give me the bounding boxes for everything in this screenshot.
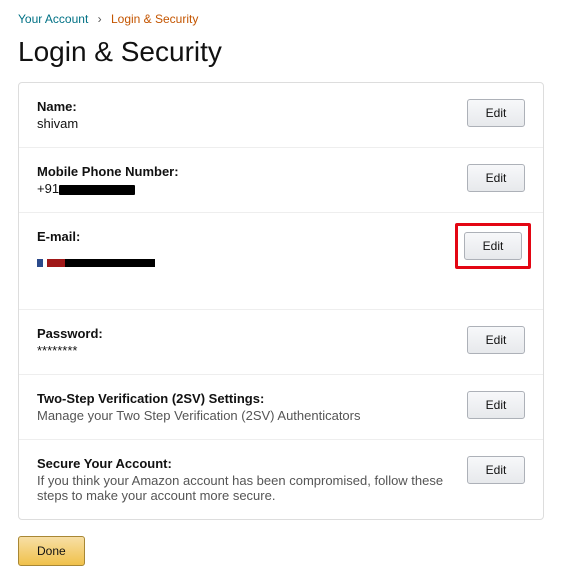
breadcrumb-current: Login & Security — [111, 12, 198, 26]
password-label: Password: — [37, 326, 455, 341]
password-value: ******** — [37, 343, 455, 358]
mobile-prefix: +91 — [37, 181, 59, 196]
edit-email-highlight: Edit — [455, 223, 531, 269]
breadcrumb-root-link[interactable]: Your Account — [18, 12, 88, 26]
edit-email-button[interactable]: Edit — [464, 232, 522, 260]
breadcrumb: Your Account › Login & Security — [18, 8, 544, 36]
row-password: Password: ******** Edit — [19, 310, 543, 375]
row-secure: Secure Your Account: If you think your A… — [19, 440, 543, 519]
mobile-redacted — [59, 185, 135, 195]
tsv-label: Two-Step Verification (2SV) Settings: — [37, 391, 455, 406]
row-mobile: Mobile Phone Number: +91 Edit — [19, 148, 543, 213]
edit-password-button[interactable]: Edit — [467, 326, 525, 354]
secure-desc: If you think your Amazon account has bee… — [37, 473, 455, 503]
settings-card: Name: shivam Edit Mobile Phone Number: +… — [18, 82, 544, 520]
email-label: E-mail: — [37, 229, 449, 244]
done-button[interactable]: Done — [18, 536, 85, 566]
mobile-value: +91 — [37, 181, 455, 196]
edit-mobile-button[interactable]: Edit — [467, 164, 525, 192]
row-email: E-mail: Edit — [19, 213, 543, 310]
edit-secure-button[interactable]: Edit — [467, 456, 525, 484]
page-title: Login & Security — [18, 36, 544, 68]
mobile-label: Mobile Phone Number: — [37, 164, 455, 179]
name-value: shivam — [37, 116, 455, 131]
edit-name-button[interactable]: Edit — [467, 99, 525, 127]
name-label: Name: — [37, 99, 455, 114]
tsv-desc: Manage your Two Step Verification (2SV) … — [37, 408, 455, 423]
row-name: Name: shivam Edit — [19, 83, 543, 148]
secure-label: Secure Your Account: — [37, 456, 455, 471]
email-value-redacted — [37, 254, 449, 269]
breadcrumb-separator: › — [98, 12, 102, 26]
edit-tsv-button[interactable]: Edit — [467, 391, 525, 419]
row-tsv: Two-Step Verification (2SV) Settings: Ma… — [19, 375, 543, 440]
